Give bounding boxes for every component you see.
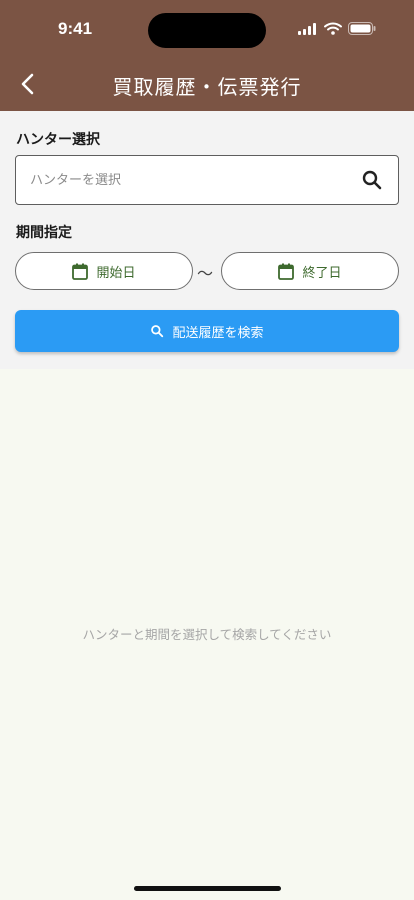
- search-history-label: 配送履歴を検索: [172, 325, 264, 341]
- back-button[interactable]: [12, 68, 44, 100]
- battery-icon: [348, 22, 376, 35]
- period-separator: 〜: [197, 264, 214, 283]
- dynamic-island: [148, 13, 266, 48]
- hunter-select-field[interactable]: [15, 155, 399, 205]
- calendar-icon: [72, 263, 89, 280]
- status-time: 9:41: [58, 19, 93, 38]
- start-date-button[interactable]: 開始日: [15, 252, 193, 290]
- start-date-label: 開始日: [96, 265, 136, 281]
- end-date-button[interactable]: 終了日: [221, 252, 399, 290]
- app-header: 9:41 買取履歴・伝票発行: [0, 0, 414, 111]
- search-icon[interactable]: [360, 168, 384, 192]
- end-date-label: 終了日: [302, 265, 342, 281]
- home-indicator: [134, 886, 281, 891]
- search-history-button[interactable]: 配送履歴を検索: [15, 310, 399, 352]
- empty-state-message: ハンターと期間を選択して検索してください: [82, 627, 332, 642]
- hunter-select-label: ハンター選択: [16, 132, 100, 148]
- calendar-icon: [278, 263, 295, 280]
- hunter-select-input[interactable]: [30, 172, 360, 188]
- search-icon: [151, 325, 164, 338]
- signal-icon: [298, 22, 316, 35]
- period-label: 期間指定: [16, 225, 72, 241]
- page-title: 買取履歴・伝票発行: [112, 75, 302, 99]
- search-form-panel: ハンター選択 期間指定 開始日 〜 終了日 配送履歴を検: [0, 111, 414, 369]
- wifi-icon: [324, 22, 342, 35]
- chevron-left-icon: [21, 73, 34, 95]
- status-icons: [298, 22, 376, 35]
